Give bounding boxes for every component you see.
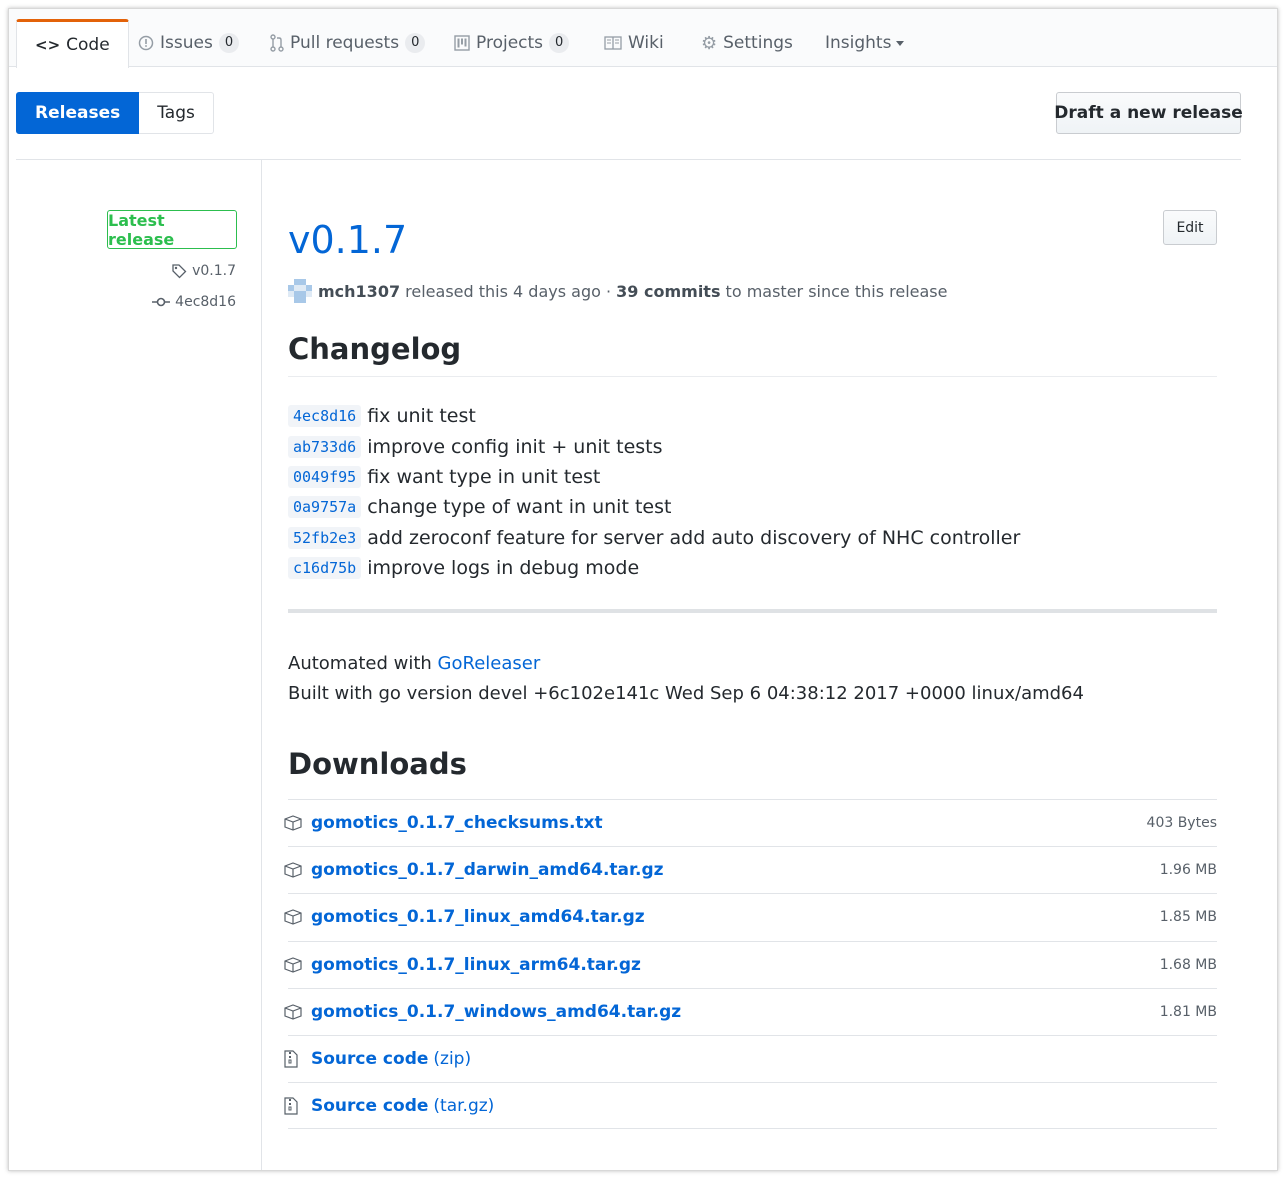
tab-pull-requests[interactable]: Pull requests 0 xyxy=(270,19,426,67)
release-commit[interactable]: 4ec8d16 xyxy=(152,294,236,310)
package-icon xyxy=(284,815,302,831)
list-item: c16d75b improve logs in debug mode xyxy=(288,553,1217,583)
release-tag[interactable]: v0.1.7 xyxy=(171,263,236,279)
source-targz-suffix[interactable]: (tar.gz) xyxy=(433,1096,494,1116)
source-zip-suffix[interactable]: (zip) xyxy=(433,1049,471,1069)
tab-issues[interactable]: Issues 0 xyxy=(138,19,240,67)
tab-projects[interactable]: Projects 0 xyxy=(454,19,570,67)
commit-sha-link[interactable]: 4ec8d16 xyxy=(288,405,362,428)
changelog-list: 4ec8d16 fix unit test ab733d6 improve co… xyxy=(288,401,1217,583)
divider xyxy=(16,159,1241,160)
package-icon xyxy=(284,862,302,878)
build-info: Built with go version devel +6c102e141c … xyxy=(288,683,1084,704)
file-zip-icon xyxy=(284,1097,302,1115)
commit-message: add zeroconf feature for server add auto… xyxy=(367,526,1021,549)
heading-divider xyxy=(288,376,1217,377)
author-link[interactable]: mch1307 xyxy=(318,282,400,301)
commit-message: improve config init + unit tests xyxy=(367,435,663,458)
commit-message: fix unit test xyxy=(367,405,476,428)
book-icon xyxy=(604,36,622,50)
pull-requests-count: 0 xyxy=(405,33,426,53)
list-item: gomotics_0.1.7_linux_amd64.tar.gz 1.85 M… xyxy=(284,893,1217,940)
latest-release-badge: Latest release xyxy=(107,210,237,249)
edit-button[interactable]: Edit xyxy=(1163,210,1217,245)
package-icon xyxy=(284,957,302,973)
tags-tab[interactable]: Tags xyxy=(139,92,214,134)
release-title[interactable]: v0.1.7 xyxy=(288,218,1217,262)
code-icon: <> xyxy=(35,36,61,54)
releases-subnav: Releases Tags xyxy=(16,92,214,134)
commit-message: change type of want in unit test xyxy=(367,496,672,519)
asset-link[interactable]: gomotics_0.1.7_darwin_amd64.tar.gz xyxy=(311,860,664,880)
asset-size: 1.68 MB xyxy=(1159,956,1217,973)
draft-new-release-button[interactable]: Draft a new release xyxy=(1054,92,1243,134)
list-item: gomotics_0.1.7_linux_arm64.tar.gz 1.68 M… xyxy=(284,940,1217,988)
list-item: 4ec8d16 fix unit test xyxy=(288,401,1217,431)
asset-size: 1.96 MB xyxy=(1159,862,1217,879)
tab-insights[interactable]: Insights xyxy=(825,19,905,67)
list-item: 0049f95 fix want type in unit test xyxy=(288,462,1217,492)
downloads-list: gomotics_0.1.7_checksums.txt 403 Bytes g… xyxy=(284,799,1217,1130)
commits-suffix: to master since this release xyxy=(720,281,948,301)
list-item: gomotics_0.1.7_windows_amd64.tar.gz 1.81… xyxy=(284,987,1217,1035)
list-item: Source code (tar.gz) xyxy=(284,1082,1217,1130)
releases-tab[interactable]: Releases xyxy=(16,92,140,134)
repo-releases-page: <> Code Issues 0 Pull requests 0 Project… xyxy=(8,8,1278,1171)
asset-link[interactable]: gomotics_0.1.7_windows_amd64.tar.gz xyxy=(311,1002,681,1022)
tab-settings[interactable]: ⚙ Settings xyxy=(701,19,793,67)
tab-wiki[interactable]: Wiki xyxy=(604,19,664,67)
list-item: ab733d6 improve config init + unit tests xyxy=(288,431,1217,461)
commit-icon xyxy=(152,296,171,308)
sidebar-divider xyxy=(261,160,262,1170)
list-item: Source code (zip) xyxy=(284,1034,1217,1082)
tag-icon xyxy=(171,263,187,279)
source-targz-link[interactable]: Source code xyxy=(311,1096,428,1116)
downloads-heading: Downloads xyxy=(288,747,467,781)
asset-size: 1.85 MB xyxy=(1159,909,1217,926)
repo-nav: <> Code Issues 0 Pull requests 0 Project… xyxy=(9,9,1277,68)
issues-count: 0 xyxy=(218,33,240,53)
package-icon xyxy=(284,1004,302,1020)
list-item: 52fb2e3 add zeroconf feature for server … xyxy=(288,523,1217,553)
asset-link[interactable]: gomotics_0.1.7_linux_amd64.tar.gz xyxy=(311,907,645,927)
project-icon xyxy=(454,35,470,51)
projects-count: 0 xyxy=(549,33,570,53)
asset-size: 1.81 MB xyxy=(1159,1003,1217,1020)
automated-prefix: Automated with xyxy=(288,653,438,674)
commit-message: fix want type in unit test xyxy=(367,465,601,488)
released-text: released this 4 days ago · xyxy=(400,281,617,301)
gear-icon: ⚙ xyxy=(701,32,718,54)
asset-size: 403 Bytes xyxy=(1146,815,1217,832)
list-item: gomotics_0.1.7_checksums.txt 403 Bytes xyxy=(284,799,1217,846)
changelog-heading: Changelog xyxy=(288,332,462,366)
commit-sha-link[interactable]: 0049f95 xyxy=(288,465,362,488)
chevron-down-icon xyxy=(896,40,905,46)
list-item: gomotics_0.1.7_darwin_amd64.tar.gz 1.96 … xyxy=(284,846,1217,893)
commit-sha-link[interactable]: ab733d6 xyxy=(288,435,362,458)
commit-message: improve logs in debug mode xyxy=(367,557,640,580)
release-byline: mch1307 released this 4 days ago · 39 co… xyxy=(288,279,1217,303)
commit-sha-link[interactable]: c16d75b xyxy=(288,557,362,580)
asset-link[interactable]: gomotics_0.1.7_linux_arm64.tar.gz xyxy=(311,955,641,975)
section-divider xyxy=(288,609,1217,613)
list-item: 0a9757a change type of want in unit test xyxy=(288,492,1217,522)
automated-note: Automated with GoReleaser Built with go … xyxy=(288,649,1217,709)
goreleaser-link[interactable]: GoReleaser xyxy=(438,653,541,674)
file-zip-icon xyxy=(284,1050,302,1068)
pull-request-icon xyxy=(270,34,284,52)
tab-code[interactable]: <> Code xyxy=(16,19,129,68)
asset-link[interactable]: gomotics_0.1.7_checksums.txt xyxy=(311,813,603,833)
source-zip-link[interactable]: Source code xyxy=(311,1049,428,1069)
avatar[interactable] xyxy=(288,279,312,303)
commit-sha-link[interactable]: 52fb2e3 xyxy=(288,526,362,549)
commits-link[interactable]: 39 commits xyxy=(616,282,720,301)
package-icon xyxy=(284,909,302,926)
issue-icon xyxy=(138,35,154,51)
commit-sha-link[interactable]: 0a9757a xyxy=(288,496,362,519)
